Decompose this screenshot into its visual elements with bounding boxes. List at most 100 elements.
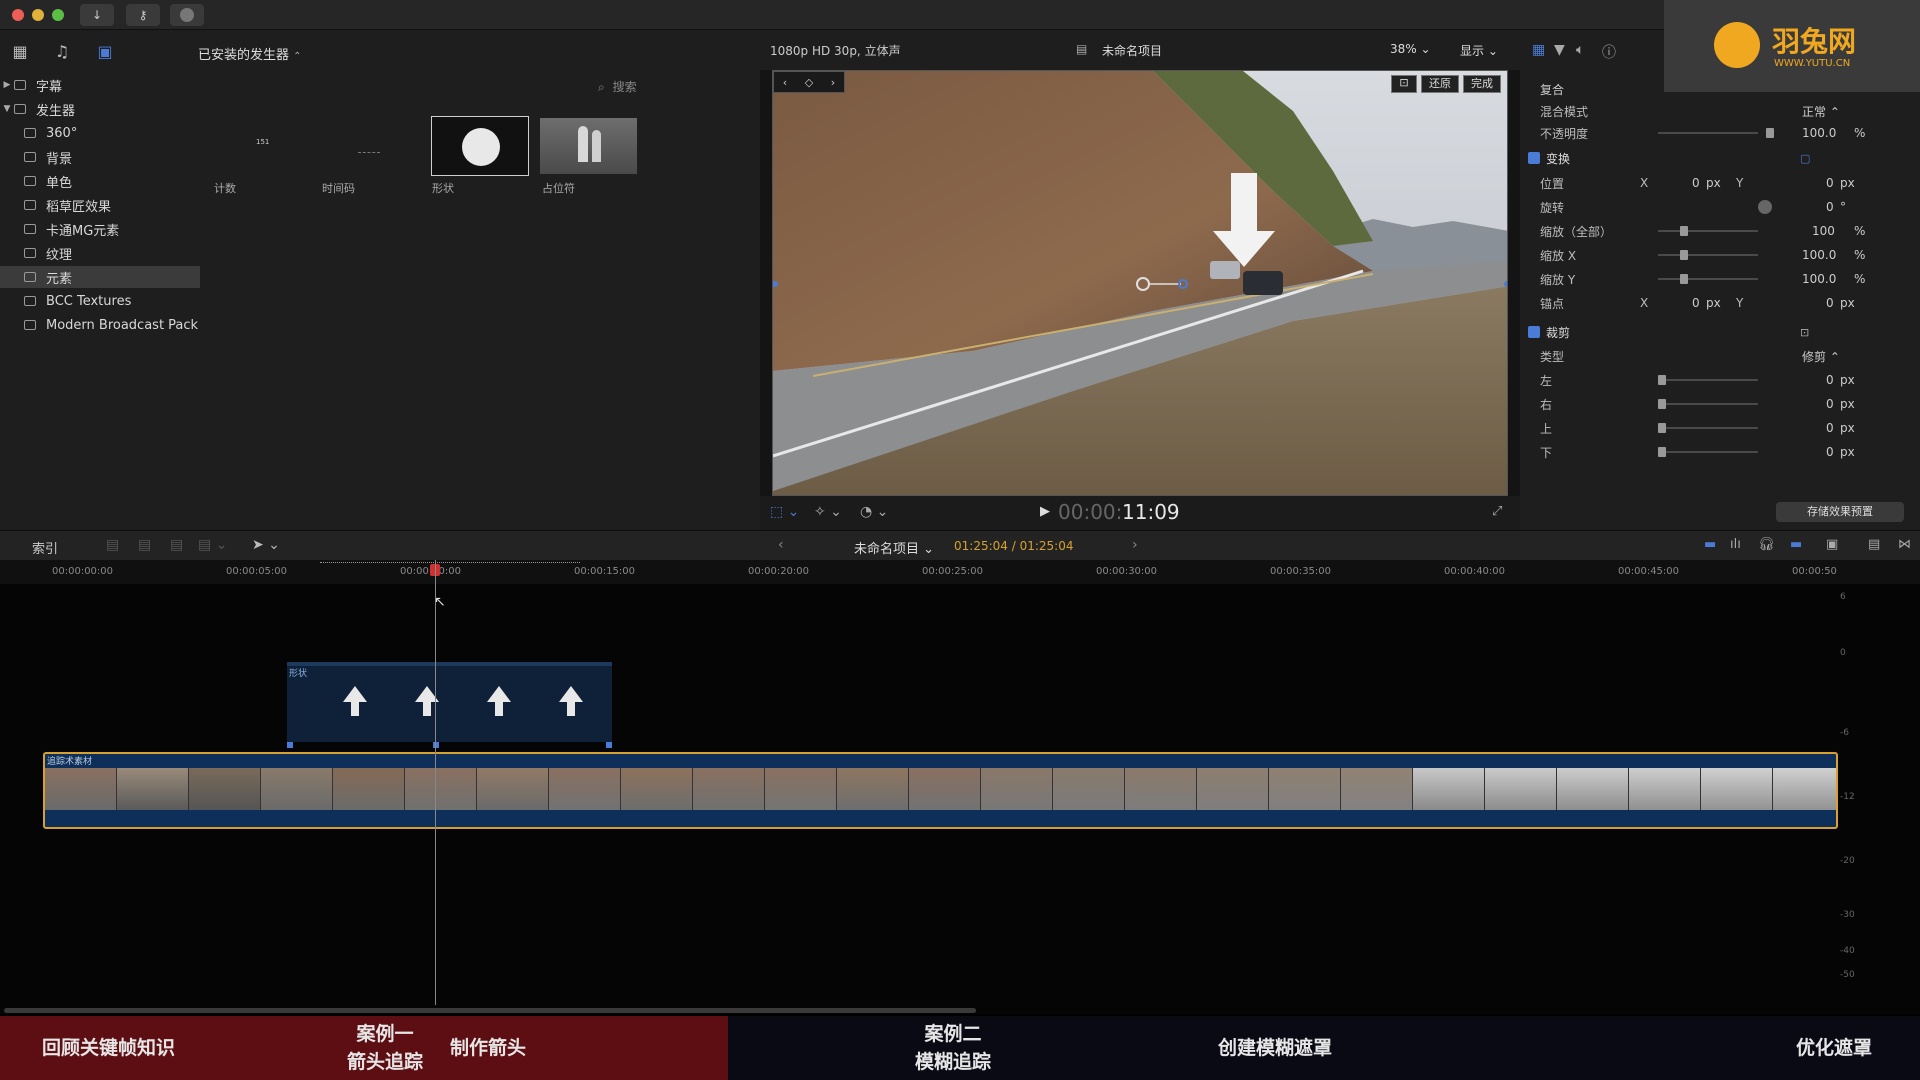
info-icon[interactable]: ⓘ xyxy=(1602,42,1616,62)
blend-mode-select[interactable]: 正常 ⌃ xyxy=(1802,103,1840,120)
titles-generators-icon[interactable]: ▣ xyxy=(94,42,116,62)
crop-top-slider[interactable] xyxy=(1658,427,1758,429)
opacity-value[interactable]: 100.0 xyxy=(1802,126,1836,140)
transform-tool-icon[interactable]: ⬚ ⌄ xyxy=(770,504,799,520)
scale-y-knob[interactable] xyxy=(1680,274,1688,284)
scale-x-knob[interactable] xyxy=(1680,250,1688,260)
anchor-y-value[interactable]: 0 xyxy=(1826,296,1834,310)
libraries-icon[interactable]: ▦ xyxy=(9,42,31,62)
sidebar-item-titles[interactable]: ▶ 字幕 xyxy=(0,74,200,96)
crop-checkbox[interactable] xyxy=(1528,326,1540,338)
timeline-scrollbar[interactable] xyxy=(4,1008,976,1013)
history-forward-icon[interactable]: › xyxy=(1132,537,1138,553)
scale-y-value[interactable]: 100.0 xyxy=(1802,272,1836,286)
scale-all-knob[interactable] xyxy=(1680,226,1688,236)
crop-top-knob[interactable] xyxy=(1658,423,1666,433)
crop-left-knob[interactable] xyxy=(1658,375,1666,385)
keyframe-nav[interactable]: ‹ ◇ › xyxy=(773,71,845,93)
sidebar-item-solids[interactable]: 单色 xyxy=(0,170,200,192)
crop-bottom-knob[interactable] xyxy=(1658,447,1666,457)
magic-wand-icon[interactable]: ✧ ⌄ xyxy=(814,504,842,520)
scale-all-slider[interactable] xyxy=(1658,230,1758,232)
snapping-icon[interactable]: ▬ xyxy=(1790,537,1802,552)
scale-all-value[interactable]: 100 xyxy=(1812,224,1835,238)
timeline-ruler[interactable]: 00:00:00:00 00:00:05:00 00:00:10:00 00:0… xyxy=(0,560,1920,584)
history-back-icon[interactable]: ‹ xyxy=(778,537,784,553)
keyframe-marker[interactable] xyxy=(606,742,612,748)
zoom-menu[interactable]: 38% ⌄ xyxy=(1390,42,1431,56)
search-field[interactable]: ⌕ 搜索 xyxy=(598,78,637,95)
generator-thumb-timecode[interactable] xyxy=(320,116,410,174)
clip-appearance-icon[interactable]: ▣ xyxy=(1826,537,1838,552)
previous-keyframe-icon[interactable]: ‹ xyxy=(783,76,787,89)
next-keyframe-icon[interactable]: › xyxy=(831,76,835,89)
scale-y-slider[interactable] xyxy=(1658,278,1758,280)
playhead[interactable] xyxy=(435,560,436,1005)
position-x-value[interactable]: 0 xyxy=(1692,176,1700,190)
audio-skimming-icon[interactable]: ılı xyxy=(1730,537,1741,552)
overwrite-clip-icon[interactable]: ▤ ⌄ xyxy=(198,537,227,553)
chapter-case1-sub[interactable]: 箭头追踪 xyxy=(340,1048,430,1076)
project-menu[interactable]: 未命名项目 ⌄ xyxy=(854,538,934,557)
scale-x-slider[interactable] xyxy=(1658,254,1758,256)
sidebar-item-cartoon-mg[interactable]: 卡通MG元素 xyxy=(0,218,200,240)
chapter-make-arrow[interactable]: 制作箭头 xyxy=(450,1034,526,1062)
zoom-window-button[interactable] xyxy=(52,9,64,21)
speed-icon[interactable]: ◔ ⌄ xyxy=(860,504,888,520)
main-video-clip[interactable]: 追踪术素材 xyxy=(43,752,1838,829)
index-button[interactable]: 索引 xyxy=(32,538,58,557)
chapter-case1-title[interactable]: 案例一 xyxy=(340,1020,430,1048)
transform-onscreen-icon[interactable]: ▢ xyxy=(1800,152,1810,165)
fullscreen-icon[interactable]: ⤢ xyxy=(1492,504,1502,519)
sidebar-item-backgrounds[interactable]: 背景 xyxy=(0,146,200,168)
crop-right-slider[interactable] xyxy=(1658,403,1758,405)
scale-x-value[interactable]: 100.0 xyxy=(1802,248,1836,262)
chapter-case2-title[interactable]: 案例二 xyxy=(908,1020,998,1048)
keyframe-marker[interactable] xyxy=(287,742,293,748)
keyframe-marker[interactable] xyxy=(433,742,439,748)
chapter-case2-sub[interactable]: 模糊追踪 xyxy=(908,1048,998,1076)
crop-bottom-slider[interactable] xyxy=(1658,451,1758,453)
sidebar-item-bcc-textures[interactable]: BCC Textures xyxy=(0,290,200,312)
crop-tool-icon[interactable]: ⊡ xyxy=(1391,75,1417,93)
shape-clip[interactable]: 形状 xyxy=(287,662,612,748)
photos-audio-icon[interactable]: ♫ xyxy=(51,42,73,62)
done-button[interactable]: 完成 xyxy=(1463,75,1501,93)
generator-thumb-placeholder[interactable] xyxy=(540,118,637,174)
generator-thumb-shape[interactable] xyxy=(431,116,529,176)
sidebar-item-modern-broadcast[interactable]: Modern Broadcast Pack xyxy=(0,314,200,336)
opacity-slider-knob[interactable] xyxy=(1766,128,1774,138)
sidebar-item-360[interactable]: 360° xyxy=(0,122,200,144)
insert-clip-icon[interactable]: ▤ xyxy=(138,537,151,553)
key-icon[interactable]: ⚷ xyxy=(126,4,160,26)
crop-left-value[interactable]: 0 xyxy=(1826,373,1834,387)
connect-clip-icon[interactable]: ▤ xyxy=(106,537,119,553)
append-clip-icon[interactable]: ▤ xyxy=(170,537,183,553)
sidebar-item-textures[interactable]: 纹理 xyxy=(0,242,200,264)
add-keyframe-icon[interactable]: ◇ xyxy=(805,76,813,89)
status-icon[interactable] xyxy=(170,4,204,26)
crop-right-knob[interactable] xyxy=(1658,399,1666,409)
crop-left-slider[interactable] xyxy=(1658,379,1758,381)
rotation-value[interactable]: 0 xyxy=(1826,200,1834,214)
play-button[interactable]: ▶ xyxy=(1040,504,1050,519)
close-window-button[interactable] xyxy=(12,9,24,21)
select-tool-icon[interactable]: ➤ ⌄ xyxy=(252,537,280,553)
transitions-browser-icon[interactable]: ⋈ xyxy=(1898,537,1911,552)
chapter-create-mask[interactable]: 创建模糊遮罩 xyxy=(1218,1034,1332,1062)
download-icon[interactable]: ↓ xyxy=(80,4,114,26)
transform-checkbox[interactable] xyxy=(1528,152,1540,164)
chapter-optimize-mask[interactable]: 优化遮罩 xyxy=(1796,1034,1872,1062)
minimize-window-button[interactable] xyxy=(32,9,44,21)
filter-icon[interactable]: ▼ xyxy=(1554,42,1565,58)
sidebar-item-scarecrow[interactable]: 稻草匠效果 xyxy=(0,194,200,216)
reset-button[interactable]: 还原 xyxy=(1421,75,1459,93)
sidebar-item-generators[interactable]: ▼ 发生器 xyxy=(0,98,200,120)
generator-thumb-counter[interactable]: 151 xyxy=(212,116,302,174)
crop-onscreen-icon[interactable]: ⊡ xyxy=(1800,326,1809,339)
save-effects-preset-button[interactable]: 存储效果预置 xyxy=(1776,502,1904,522)
crop-type-select[interactable]: 修剪 ⌃ xyxy=(1802,348,1840,365)
effects-browser-icon[interactable]: ▤ xyxy=(1868,537,1880,552)
sidebar-item-elements[interactable]: 元素 xyxy=(0,266,200,288)
position-y-value[interactable]: 0 xyxy=(1826,176,1834,190)
